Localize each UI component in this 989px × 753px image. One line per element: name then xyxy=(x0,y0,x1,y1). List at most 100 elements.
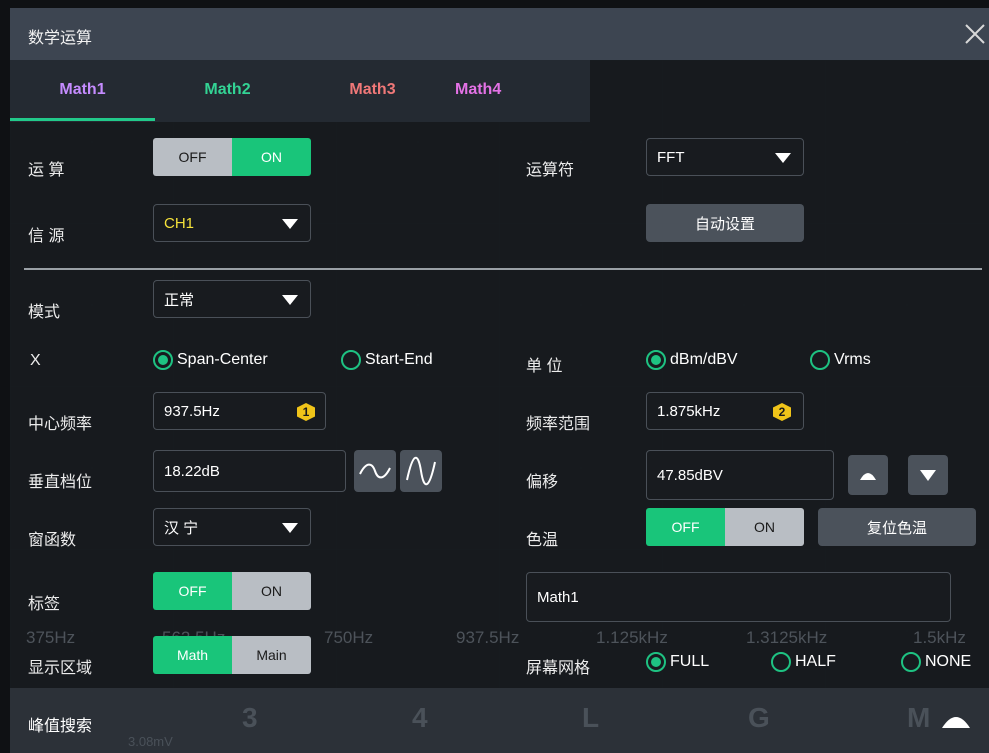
ghost-l: L xyxy=(582,702,600,733)
tag-on[interactable]: ON xyxy=(232,572,311,610)
active-tab-indicator xyxy=(10,118,155,121)
window-select[interactable]: 汉 宁 xyxy=(153,508,311,546)
tab-label: Math1 xyxy=(59,81,106,98)
color-temp-toggle[interactable]: OFF ON xyxy=(646,508,804,546)
ghost-g: G xyxy=(748,702,770,733)
center-freq-label: 中心频率 xyxy=(28,416,93,433)
radio-grid-half[interactable]: HALF xyxy=(771,652,836,672)
operation-label: 运 算 xyxy=(28,162,65,179)
display-area-toggle[interactable]: Math Main xyxy=(153,636,311,674)
operation-on[interactable]: ON xyxy=(232,138,311,176)
freq-axis-label: 1.5kHz xyxy=(913,628,966,647)
vertical-scale-value: 18.22dB xyxy=(164,462,220,480)
ghost-ch3: 3 xyxy=(242,702,258,733)
title-bar: 数学运算 xyxy=(10,8,989,60)
radio-label: HALF xyxy=(795,653,836,670)
radio-label: Span-Center xyxy=(177,351,268,368)
knob-1-icon: 1 xyxy=(297,403,315,421)
arrow-up-icon xyxy=(860,473,876,480)
freq-range-value: 1.875kHz xyxy=(657,402,721,420)
operation-off[interactable]: OFF xyxy=(153,138,232,176)
operation-toggle[interactable]: OFF ON xyxy=(153,138,311,176)
radio-dbm-dbv[interactable]: dBm/dBV xyxy=(646,350,738,370)
tab-math3[interactable]: Math3 xyxy=(300,60,445,120)
screen-grid-label: 屏幕网格 xyxy=(526,660,591,677)
freq-axis-label: 1.125kHz xyxy=(596,628,668,647)
offset-down-button[interactable] xyxy=(908,455,948,495)
radio-label: FULL xyxy=(670,653,710,670)
source-value: CH1 xyxy=(164,214,195,232)
caret-down-icon xyxy=(282,295,298,305)
mode-select[interactable]: 正常 xyxy=(153,280,311,318)
radio-label: dBm/dBV xyxy=(670,351,738,368)
tag-off[interactable]: OFF xyxy=(153,572,232,610)
offset-input[interactable]: 47.85dBV xyxy=(646,450,834,500)
offset-label: 偏移 xyxy=(526,474,559,491)
freq-axis-label: 750Hz xyxy=(324,628,374,647)
peak-search-label: 峰值搜索 xyxy=(28,718,93,735)
ghost-m: M xyxy=(907,702,931,733)
freq-range-label: 频率范围 xyxy=(526,416,591,433)
tag-label: 标签 xyxy=(28,596,61,613)
operator-select[interactable]: FFT xyxy=(646,138,804,176)
color-temp-label: 色温 xyxy=(526,532,559,549)
tag-input[interactable]: Math1 xyxy=(526,572,951,622)
display-area-math[interactable]: Math xyxy=(153,636,232,674)
offset-up-button[interactable] xyxy=(848,455,888,495)
arrow-down-icon xyxy=(920,470,936,481)
operator-label: 运算符 xyxy=(526,162,575,179)
peak-search-bar[interactable]: 3 4 L G M 3.08mV 峰值搜索 xyxy=(10,688,989,753)
radio-unselected-icon xyxy=(901,652,921,672)
radio-selected-icon xyxy=(646,350,666,370)
wave-fine-button[interactable] xyxy=(354,450,396,492)
source-select[interactable]: CH1 xyxy=(153,204,311,242)
radio-grid-none[interactable]: NONE xyxy=(901,652,971,672)
radio-start-end[interactable]: Start-End xyxy=(341,350,433,370)
radio-unselected-icon xyxy=(341,350,361,370)
radio-selected-icon xyxy=(646,652,666,672)
source-label: 信 源 xyxy=(28,228,65,245)
close-icon[interactable] xyxy=(961,20,989,48)
radio-unselected-icon xyxy=(810,350,830,370)
x-label: X xyxy=(30,352,41,369)
display-area-label: 显示区域 xyxy=(28,660,93,677)
wave-fine-icon xyxy=(359,463,391,479)
center-freq-input[interactable]: 937.5Hz 1 xyxy=(153,392,326,430)
auto-setup-button[interactable]: 自动设置 xyxy=(646,204,804,242)
mode-value: 正常 xyxy=(164,291,195,309)
vertical-scale-input[interactable]: 18.22dB xyxy=(153,450,346,492)
radio-vrms[interactable]: Vrms xyxy=(810,350,871,370)
radio-label: Vrms xyxy=(834,351,871,368)
radio-grid-full[interactable]: FULL xyxy=(646,652,709,672)
ghost-reading: 3.08mV xyxy=(128,734,173,749)
tab-label: Math4 xyxy=(455,81,502,98)
vertical-scale-label: 垂直档位 xyxy=(28,474,93,491)
color-temp-off[interactable]: OFF xyxy=(646,508,725,546)
color-temp-on[interactable]: ON xyxy=(725,508,804,546)
wave-coarse-button[interactable] xyxy=(400,450,442,492)
radio-unselected-icon xyxy=(771,652,791,672)
freq-range-input[interactable]: 1.875kHz 2 xyxy=(646,392,804,430)
display-area-main[interactable]: Main xyxy=(232,636,311,674)
tab-math4[interactable]: Math4 xyxy=(445,60,590,120)
tab-math1[interactable]: Math1 xyxy=(10,60,155,120)
window-label: 窗函数 xyxy=(28,532,77,549)
tab-math2[interactable]: Math2 xyxy=(155,60,300,120)
reset-color-temp-button[interactable]: 复位色温 xyxy=(818,508,976,546)
expand-up-icon[interactable] xyxy=(940,712,972,735)
radio-selected-icon xyxy=(153,350,173,370)
radio-label: Start-End xyxy=(365,351,433,368)
operator-value: FFT xyxy=(657,148,685,166)
knob-2-icon: 2 xyxy=(773,403,791,421)
tab-bar: Math1 Math2 Math3 Math4 xyxy=(10,60,590,122)
offset-value: 47.85dBV xyxy=(657,466,723,484)
tag-input-value: Math1 xyxy=(537,588,579,606)
freq-axis-label: 937.5Hz xyxy=(456,628,520,647)
section-divider xyxy=(24,268,982,270)
window-value: 汉 宁 xyxy=(164,519,199,537)
radio-span-center[interactable]: Span-Center xyxy=(153,350,268,370)
tag-toggle[interactable]: OFF ON xyxy=(153,572,311,610)
unit-label: 单 位 xyxy=(526,358,563,375)
math-dialog: 数学运算 Math1 Math2 Math3 Math4 运 算 OFF ON … xyxy=(10,8,989,753)
freq-axis-label: 375Hz xyxy=(26,628,76,647)
